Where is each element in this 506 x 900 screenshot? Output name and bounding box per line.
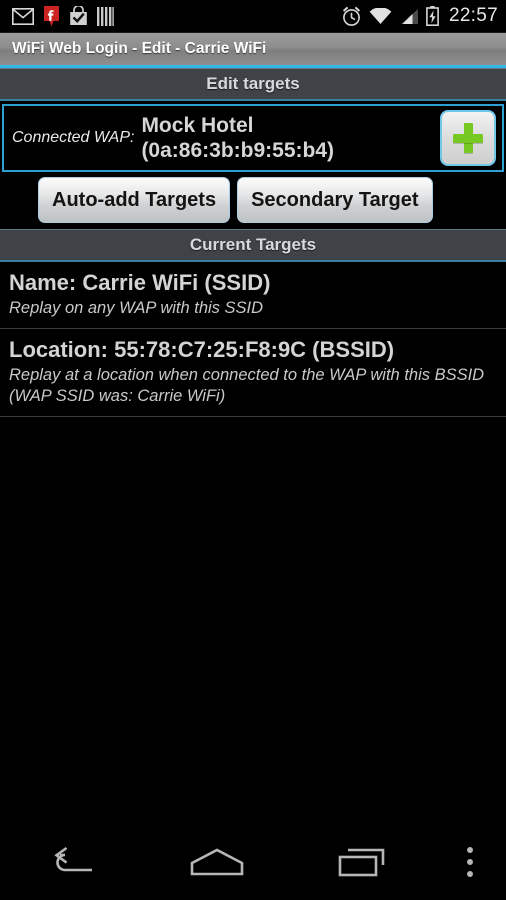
section-header-edit-targets: Edit targets [0, 68, 506, 101]
connected-wap-name: Mock Hotel [141, 114, 254, 137]
back-icon [54, 846, 93, 872]
overflow-menu-icon [467, 847, 474, 877]
target-subtitle: Replay at a location when connected to t… [9, 366, 485, 405]
home-icon [190, 848, 244, 876]
status-bar: 22:57 [0, 0, 506, 33]
app-title-bar: WiFi Web Login - Edit - Carrie WiFi [0, 33, 506, 68]
connected-wap-panel[interactable]: Connected WAP: Mock Hotel (0a:86:3b:b9:5… [2, 104, 504, 172]
add-target-button[interactable] [440, 110, 496, 166]
nav-overflow-button[interactable] [434, 824, 506, 900]
app-root: 22:57 WiFi Web Login - Edit - Carrie WiF… [0, 0, 506, 900]
connected-wap-value: Mock Hotel (0a:86:3b:b9:55:b4) [141, 113, 434, 163]
connected-wap-label: Connected WAP: [12, 129, 135, 146]
status-bar-clock: 22:57 [448, 5, 498, 26]
wifi-icon [369, 7, 392, 24]
alarm-clock-icon [342, 6, 361, 26]
target-action-buttons: Auto-add Targets Secondary Target [0, 172, 506, 229]
gmail-icon [12, 7, 34, 25]
auto-add-targets-button[interactable]: Auto-add Targets [38, 177, 231, 223]
list-item[interactable]: Name: Carrie WiFi (SSID) Replay on any W… [0, 262, 506, 329]
target-title: Name: Carrie WiFi (SSID) [9, 270, 271, 295]
connected-wap-bssid: (0a:86:3b:b9:55:b4) [141, 139, 334, 162]
status-bar-system: 22:57 [341, 5, 498, 27]
shopping-bag-check-icon [70, 6, 87, 25]
status-bar-notifications [12, 5, 114, 27]
nav-back-button[interactable] [0, 824, 145, 900]
section-header-current-targets-label: Current Targets [189, 235, 317, 254]
red-f-pin-icon [44, 5, 59, 26]
section-header-edit-targets-label: Edit targets [206, 74, 300, 93]
nav-recents-button[interactable] [289, 824, 434, 900]
app-title: WiFi Web Login - Edit - Carrie WiFi [12, 40, 267, 57]
list-item[interactable]: Location: 55:78:C7:25:F8:9C (BSSID) Repl… [0, 329, 506, 417]
section-header-current-targets: Current Targets [0, 229, 506, 262]
android-navigation-bar [0, 824, 506, 900]
nav-home-button[interactable] [145, 824, 290, 900]
cellular-signal-icon [400, 8, 418, 24]
connected-wap-container: Connected WAP: Mock Hotel (0a:86:3b:b9:5… [0, 101, 506, 172]
barcode-icon [97, 6, 114, 26]
current-targets-list: Name: Carrie WiFi (SSID) Replay on any W… [0, 262, 506, 824]
recents-icon [338, 848, 384, 877]
plus-icon [453, 123, 483, 153]
secondary-target-button[interactable]: Secondary Target [237, 177, 433, 223]
battery-charging-icon [426, 6, 439, 26]
target-title: Location: 55:78:C7:25:F8:9C (BSSID) [9, 337, 395, 362]
target-subtitle: Replay on any WAP with this SSID [9, 299, 264, 317]
